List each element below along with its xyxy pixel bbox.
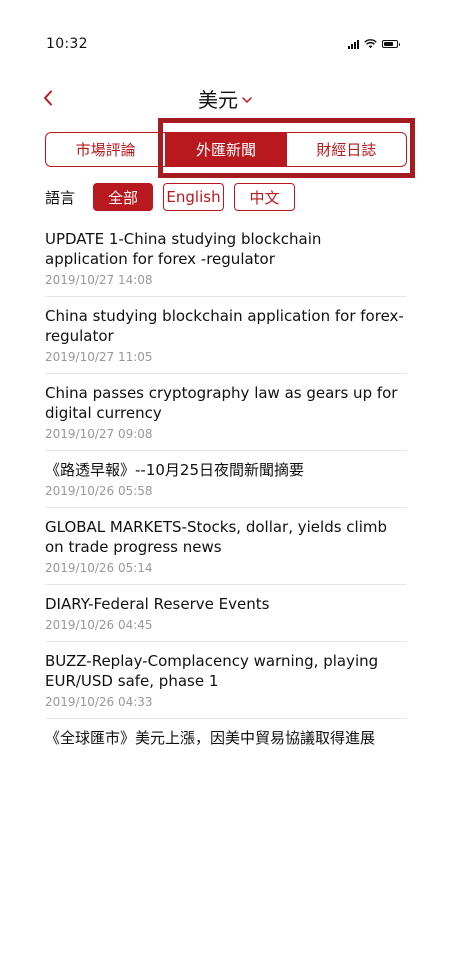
- news-item[interactable]: China passes cryptography law as gears u…: [45, 374, 407, 451]
- battery-icon: [382, 40, 400, 48]
- news-title: China passes cryptography law as gears u…: [45, 384, 398, 422]
- news-title: 《路透早報》--10月25日夜間新聞摘要: [45, 461, 305, 479]
- news-item[interactable]: 《全球匯市》美元上漲，因美中貿易協議取得進展: [45, 719, 407, 756]
- news-time: 2019/10/26 05:14: [45, 561, 153, 575]
- news-time: 2019/10/26 04:33: [45, 695, 153, 709]
- tab-market-commentary[interactable]: 市場評論: [46, 133, 165, 166]
- news-item[interactable]: UPDATE 1-China studying blockchain appli…: [45, 220, 407, 297]
- news-time: 2019/10/26 04:45: [45, 618, 153, 632]
- category-tabs: 市場評論 外匯新聞 財經日誌: [45, 132, 407, 167]
- news-list: UPDATE 1-China studying blockchain appli…: [45, 220, 407, 756]
- news-item[interactable]: 《路透早報》--10月25日夜間新聞摘要 2019/10/26 05:58: [45, 451, 407, 508]
- status-time: 10:32: [46, 36, 88, 52]
- news-time: 2019/10/26 05:58: [45, 484, 153, 498]
- news-time: 2019/10/27 09:08: [45, 427, 153, 441]
- language-filter: 語言 全部 English 中文: [45, 182, 305, 212]
- tab-financial-calendar[interactable]: 財經日誌: [285, 133, 406, 166]
- news-time: 2019/10/27 14:08: [45, 273, 153, 287]
- news-item[interactable]: China studying blockchain application fo…: [45, 297, 407, 374]
- language-label: 語言: [45, 188, 76, 207]
- cellular-signal-icon: [348, 39, 359, 49]
- news-title: GLOBAL MARKETS-Stocks, dollar, yields cl…: [45, 518, 388, 556]
- news-time: 2019/10/27 11:05: [45, 350, 153, 364]
- tab-forex-news[interactable]: 外匯新聞: [165, 133, 286, 166]
- status-bar: 10:32: [0, 0, 450, 70]
- news-title: 《全球匯市》美元上漲，因美中貿易協議取得進展: [45, 729, 376, 747]
- status-icons: [348, 39, 400, 49]
- news-title: UPDATE 1-China studying blockchain appli…: [45, 230, 322, 268]
- page-title: 美元: [198, 88, 238, 112]
- language-chip-english[interactable]: English: [163, 183, 225, 211]
- news-title: BUZZ-Replay-Complacency warning, playing…: [45, 652, 379, 690]
- news-title: China studying blockchain application fo…: [45, 307, 404, 345]
- nav-bar: 美元: [30, 70, 420, 126]
- news-item[interactable]: DIARY-Federal Reserve Events 2019/10/26 …: [45, 585, 407, 642]
- currency-selector[interactable]: 美元: [30, 84, 420, 113]
- news-item[interactable]: GLOBAL MARKETS-Stocks, dollar, yields cl…: [45, 508, 407, 585]
- chevron-down-icon: [242, 96, 252, 103]
- language-chip-all[interactable]: 全部: [93, 183, 154, 211]
- language-chip-chinese[interactable]: 中文: [234, 183, 296, 211]
- wifi-icon: [364, 39, 377, 49]
- news-title: DIARY-Federal Reserve Events: [45, 595, 270, 613]
- news-item[interactable]: BUZZ-Replay-Complacency warning, playing…: [45, 642, 407, 719]
